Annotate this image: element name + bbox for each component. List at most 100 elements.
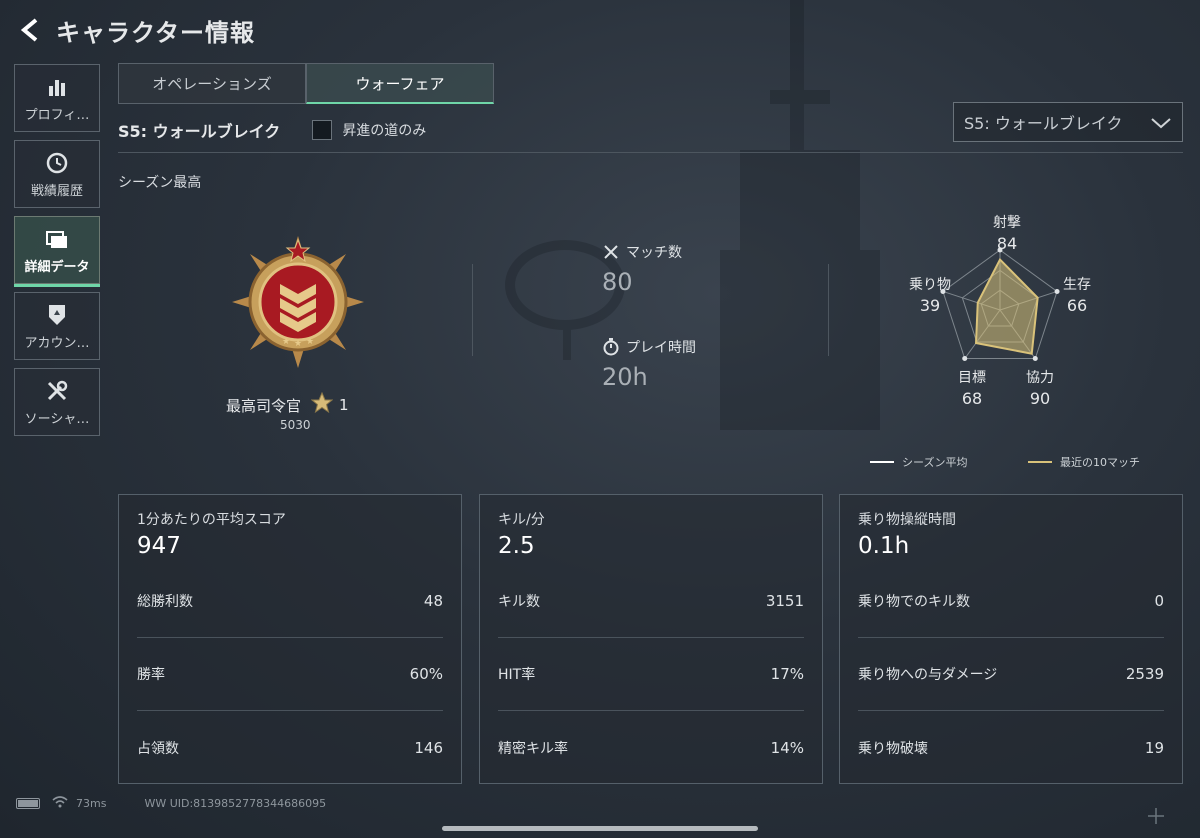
radar-vertex-dot xyxy=(962,356,968,362)
matches-label: マッチ数 xyxy=(626,245,682,261)
card-row: HIT率 17% xyxy=(498,638,804,711)
radar-axis-value: 68 xyxy=(961,389,983,408)
playtime-label: プレイ時間 xyxy=(626,340,696,356)
crossed-swords-icon xyxy=(602,243,620,261)
stopwatch-icon xyxy=(602,338,620,356)
legend-recent: 最近の10マッチ xyxy=(1028,454,1140,470)
vertical-divider xyxy=(828,264,829,356)
card-row: 乗り物への与ダメージ 2539 xyxy=(858,638,1164,711)
row-label: 総勝利数 xyxy=(137,594,193,610)
uid-text: WW UID:8139852778344686095 xyxy=(144,797,327,810)
sidebar-item-history[interactable]: 戦績履歴 xyxy=(14,140,100,208)
radar-axis-name: 乗り物 xyxy=(909,277,951,293)
card-rows: 総勝利数 48 勝率 60% 占領数 146 xyxy=(137,565,443,784)
playtime-value: 20h xyxy=(602,363,648,391)
radar-axis-name: 生存 xyxy=(1063,277,1091,293)
season-row: S5: ウォールブレイク 昇進の道のみ xyxy=(118,118,426,142)
legend-line-gold xyxy=(1028,461,1052,463)
background-tower-silhouette xyxy=(720,0,880,430)
row-value: 3151 xyxy=(765,592,804,610)
row-value: 60% xyxy=(409,665,443,683)
row-label: 占領数 xyxy=(137,740,179,757)
status-footer: 73ms WW UID:8139852778344686095 xyxy=(16,796,326,811)
row-label: HIT率 xyxy=(498,667,536,683)
radar-axis-name: 射撃 xyxy=(993,215,1021,231)
card-big-value: 2.5 xyxy=(498,533,535,559)
row-value: 2539 xyxy=(1125,665,1164,683)
header-divider xyxy=(118,152,1183,153)
row-value: 14% xyxy=(770,738,804,757)
promotion-only-checkbox[interactable] xyxy=(312,120,333,140)
radar-axis-name: 目標 xyxy=(958,370,986,386)
matches-head: マッチ数 xyxy=(602,242,682,262)
tab-warfare[interactable]: ウォーフェア xyxy=(306,63,494,104)
promotion-only-label: 昇進の道のみ xyxy=(342,123,427,139)
legend-line-white xyxy=(870,461,894,463)
stat-card-vehicle: 乗り物操縦時間 0.1h 乗り物でのキル数 0 乗り物への与ダメージ 2539 乗り… xyxy=(839,494,1183,784)
sidebar-item-label: 戦績履歴 xyxy=(30,183,83,199)
matches-stat: マッチ数 80 xyxy=(602,242,682,296)
card-big-value: 947 xyxy=(137,533,181,559)
page-title: キャラクター情報 xyxy=(56,18,256,47)
wifi-icon xyxy=(52,796,68,811)
row-value: 146 xyxy=(414,738,443,757)
card-row: 精密キル率 14% xyxy=(498,711,804,784)
row-value: 17% xyxy=(770,665,804,683)
row-label: 勝率 xyxy=(137,667,165,683)
radar-axis-value: 66 xyxy=(1066,296,1088,315)
season-select-value: S5: ウォールブレイク xyxy=(964,114,1123,133)
row-value: 48 xyxy=(423,592,443,610)
rank-stars: 1 xyxy=(339,396,349,414)
rank-line: 最高司令官 1 xyxy=(226,391,349,418)
row-label: 精密キル率 xyxy=(498,740,568,757)
vertical-divider xyxy=(472,264,473,356)
card-row: 乗り物でのキル数 0 xyxy=(858,565,1164,638)
radar-label-shooting: 射撃 84 xyxy=(982,212,1032,253)
sidebar-item-social[interactable]: ソーシャ… xyxy=(14,368,100,436)
radar-axis-value: 39 xyxy=(919,296,941,315)
row-value: 0 xyxy=(1154,592,1164,610)
home-indicator xyxy=(442,826,758,831)
radar-label-vehicle: 乗り物 39 xyxy=(905,274,955,315)
season-select[interactable]: S5: ウォールブレイク xyxy=(953,102,1183,142)
rank-name: 最高司令官 xyxy=(226,396,302,415)
card-row: 勝率 60% xyxy=(137,638,443,711)
ping-value: 73ms xyxy=(76,797,107,810)
folder-icon xyxy=(44,226,70,252)
card-big-value: 0.1h xyxy=(858,533,910,559)
sidebar-item-account[interactable]: アカウン… xyxy=(14,292,100,360)
star-icon xyxy=(310,391,334,418)
radar-label-survival: 生存 66 xyxy=(1052,274,1102,315)
row-value: 19 xyxy=(1144,738,1164,757)
season-label: S5: ウォールブレイク xyxy=(118,122,281,141)
card-label: 乗り物操縦時間 xyxy=(858,512,956,528)
card-row: 乗り物破壊 19 xyxy=(858,711,1164,784)
history-clock-icon xyxy=(44,150,70,176)
card-row: キル数 3151 xyxy=(498,565,804,638)
svg-text:★: ★ xyxy=(294,339,302,349)
card-row: 占領数 146 xyxy=(137,711,443,784)
radar-label-objective: 目標 68 xyxy=(947,367,997,408)
tab-operations[interactable]: オペレーションズ xyxy=(118,63,306,104)
chevron-down-icon xyxy=(1150,113,1172,137)
radar-recent-shape xyxy=(974,257,1039,355)
radar-axis-value: 84 xyxy=(996,234,1018,253)
svg-text:★: ★ xyxy=(282,337,290,347)
legend-label: 最近の10マッチ xyxy=(1060,456,1140,469)
matches-value: 80 xyxy=(602,268,633,296)
mode-tabs: オペレーションズ ウォーフェア xyxy=(118,63,494,104)
radar-vertex-dot xyxy=(1032,356,1038,362)
radar-axis-name: 協力 xyxy=(1026,370,1054,386)
tools-icon xyxy=(44,378,70,404)
back-arrow-icon[interactable] xyxy=(14,13,48,47)
svg-text:★: ★ xyxy=(306,337,314,347)
legend-label: シーズン平均 xyxy=(902,456,968,469)
playtime-head: プレイ時間 xyxy=(602,337,696,357)
stat-card-score: 1分あたりの平均スコア 947 総勝利数 48 勝率 60% 占領数 146 xyxy=(118,494,462,784)
battery-icon xyxy=(16,798,40,809)
row-label: キル数 xyxy=(498,594,540,610)
card-row: 総勝利数 48 xyxy=(137,565,443,638)
sidebar-item-label: アカウン… xyxy=(24,335,90,351)
sidebar-item-profile[interactable]: プロフィ… xyxy=(14,64,100,132)
sidebar-item-detailed-data[interactable]: 詳細データ xyxy=(14,216,100,287)
